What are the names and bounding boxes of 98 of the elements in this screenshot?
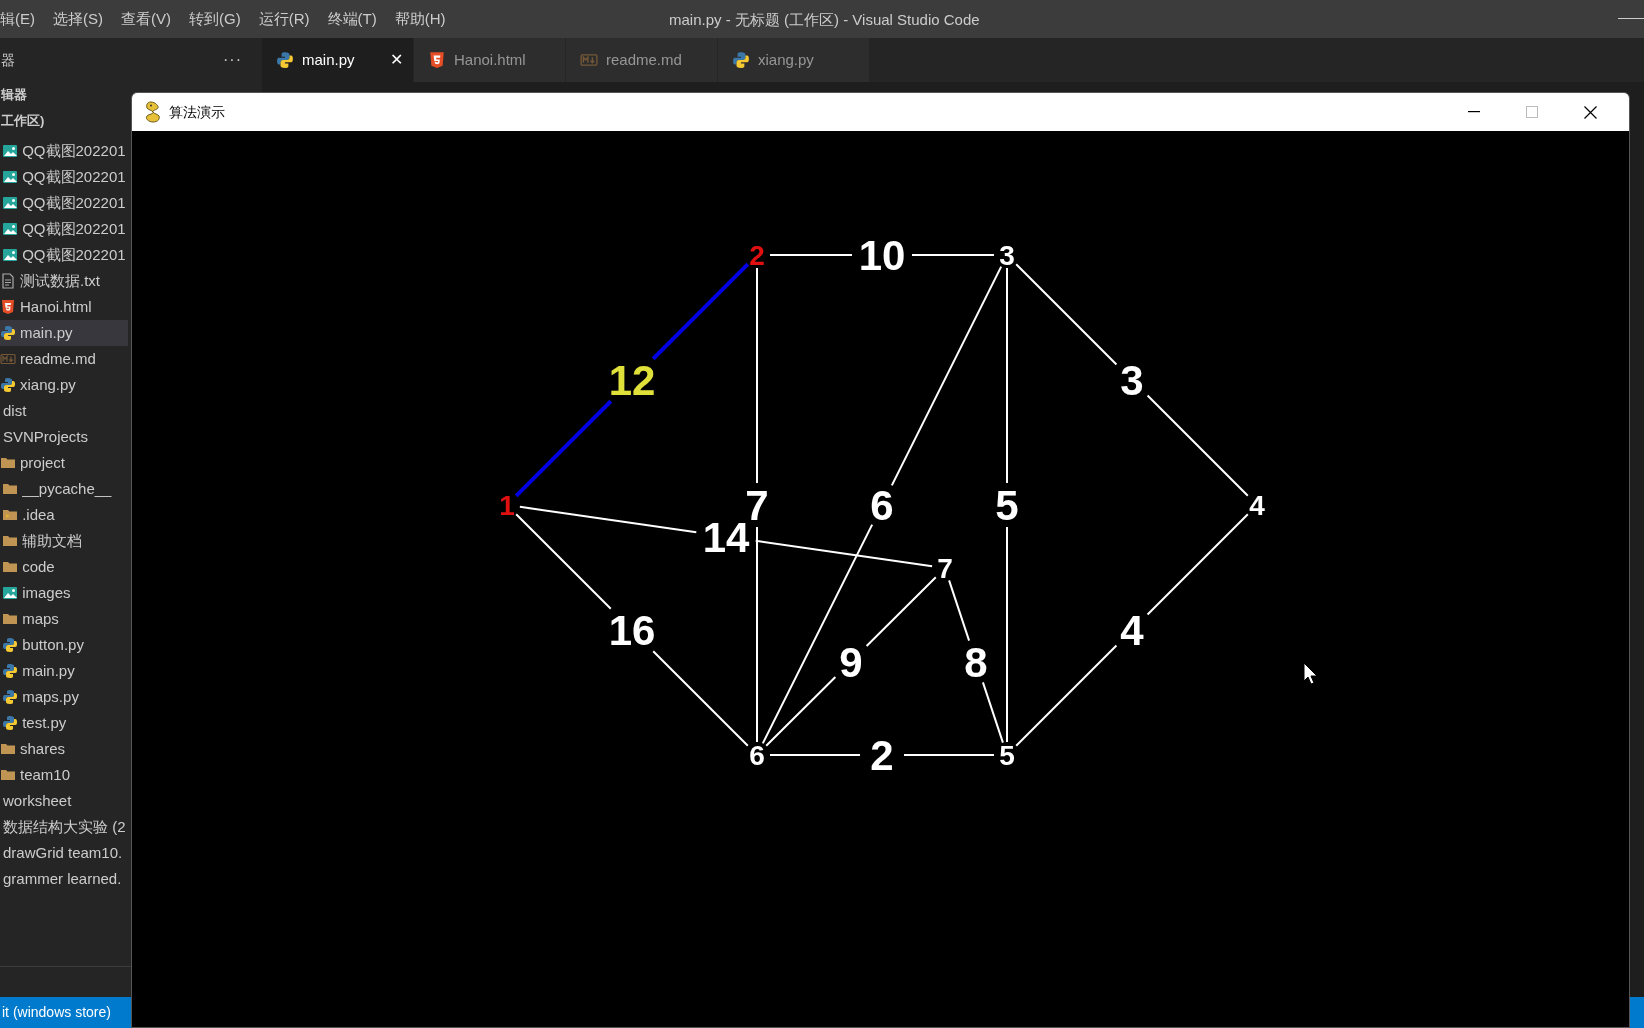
file-tree-item[interactable]: code [0, 554, 128, 580]
markdown-icon [0, 351, 16, 367]
file-tree-item[interactable]: dist [0, 398, 128, 424]
node-label[interactable]: 5 [999, 740, 1015, 771]
more-actions-button[interactable]: ··· [223, 48, 242, 72]
file-tree-item[interactable]: QQ截图202201 [0, 216, 128, 242]
python-icon [2, 689, 19, 705]
edge-weight-label: 5 [995, 482, 1019, 529]
edge-weight-label: 3 [1120, 357, 1144, 404]
file-tree-item[interactable]: maps [0, 606, 128, 632]
node-label[interactable]: 3 [999, 240, 1015, 271]
snake-icon [143, 101, 163, 123]
file-icon [0, 273, 16, 289]
node-label[interactable]: 7 [937, 553, 953, 584]
edge-weight-label: 9 [839, 638, 863, 686]
python-icon [2, 637, 19, 653]
folder-icon [0, 741, 16, 757]
edge-weight-label: 6 [870, 482, 894, 529]
node-label[interactable]: 2 [749, 240, 765, 271]
maximize-icon [1526, 106, 1538, 118]
file-tree-item[interactable]: QQ截图202201 [0, 164, 128, 190]
file-tree-item[interactable]: grammer learned. [0, 866, 128, 892]
node-label[interactable]: 1 [499, 490, 515, 521]
file-tree-item[interactable]: test.py [0, 710, 128, 736]
file-tree-item[interactable]: worksheet [0, 788, 128, 814]
file-tree-item[interactable]: main.py [0, 320, 128, 346]
image-icon [2, 247, 19, 263]
file-tree-item[interactable]: SVNProjects [0, 424, 128, 450]
file-tree-item[interactable]: readme.md [0, 346, 128, 372]
edge-weight-label: 4 [1120, 607, 1144, 654]
editor-tab[interactable]: main.py ✕ [262, 38, 414, 82]
file-tree-item[interactable]: drawGrid team10. [0, 840, 128, 866]
file-tree-item[interactable]: Hanoi.html [0, 294, 128, 320]
file-tree-item[interactable]: maps.py [0, 684, 128, 710]
python-icon [0, 325, 16, 341]
edge-weight-label: 16 [608, 607, 656, 654]
folder-icon [2, 611, 19, 627]
python-icon [2, 663, 19, 679]
file-tree-item[interactable]: QQ截图202201 [0, 138, 128, 164]
file-tree-item[interactable]: xiang.py [0, 372, 128, 398]
editor-tab[interactable]: xiang.py [718, 38, 870, 82]
markdown-icon [580, 51, 598, 69]
node-label[interactable]: 6 [749, 740, 765, 771]
minimize-icon[interactable] [1618, 18, 1644, 19]
folder-icon [2, 507, 19, 523]
edge-weight-label: 12 [608, 357, 656, 404]
menu-item[interactable]: 转到(G) [180, 7, 250, 31]
file-tree-item[interactable]: button.py [0, 632, 128, 658]
html-icon [0, 299, 16, 315]
python-icon [0, 377, 16, 393]
folder-icon [0, 455, 16, 471]
editor-tab[interactable]: Hanoi.html [414, 38, 566, 82]
folder-icon [2, 559, 19, 575]
menu-item[interactable]: 选择(S) [44, 7, 112, 31]
python-icon [276, 51, 294, 69]
image-icon [2, 143, 19, 159]
sidebar-title: 器 [1, 50, 15, 70]
file-tree-item[interactable]: QQ截图202201 [0, 190, 128, 216]
file-tree-item[interactable]: QQ截图202201 [0, 242, 128, 268]
image-icon [2, 169, 19, 185]
edge-weight-label: 8 [964, 638, 988, 686]
minimize-icon [1468, 111, 1480, 113]
image-icon [2, 195, 19, 211]
section-header[interactable]: 辑器 [1, 85, 27, 105]
file-tree-item[interactable]: 数据结构大实验 (2 [0, 814, 128, 840]
close-tab-button[interactable]: ✕ [390, 48, 403, 72]
file-tree-item[interactable]: __pycache__ [0, 476, 128, 502]
image-icon [2, 585, 19, 601]
python-icon [2, 715, 19, 731]
status-item[interactable]: it (windows store) [0, 1002, 111, 1023]
window-title: 算法演示 [169, 102, 225, 122]
edge-weight-label: 10 [858, 232, 906, 279]
menu-item[interactable]: 帮助(H) [385, 7, 455, 31]
workspace-header[interactable]: 工作区) [1, 111, 45, 131]
node-label[interactable]: 4 [1249, 490, 1265, 521]
menu-item[interactable]: 运行(R) [249, 7, 319, 31]
python-icon [732, 51, 750, 69]
file-tree-item[interactable]: 测试数据.txt [0, 268, 128, 294]
image-icon [2, 221, 19, 237]
file-tree-item[interactable]: main.py [0, 658, 128, 684]
html-icon [428, 51, 446, 69]
file-tree-item[interactable]: 辅助文档 [0, 528, 128, 554]
file-tree-item[interactable]: shares [0, 736, 128, 762]
folder-icon [2, 533, 19, 549]
file-tree-item[interactable]: .idea [0, 502, 128, 528]
close-icon [1583, 105, 1597, 119]
menu-item[interactable]: 终端(T) [318, 7, 386, 31]
edge-weight-label: 2 [870, 732, 894, 779]
mouse-cursor-icon [1303, 662, 1318, 685]
window-title: main.py - 无标题 (工作区) - Visual Studio Code [669, 10, 980, 30]
editor-tab[interactable]: readme.md [566, 38, 718, 82]
file-tree-item[interactable]: project [0, 450, 128, 476]
folder-icon [0, 767, 16, 783]
folder-icon [2, 481, 19, 497]
file-tree-item[interactable]: team10 [0, 762, 128, 788]
menu-item[interactable]: 辑(E) [0, 7, 44, 31]
file-tree-item[interactable]: images [0, 580, 128, 606]
menu-item[interactable]: 查看(V) [112, 7, 180, 31]
